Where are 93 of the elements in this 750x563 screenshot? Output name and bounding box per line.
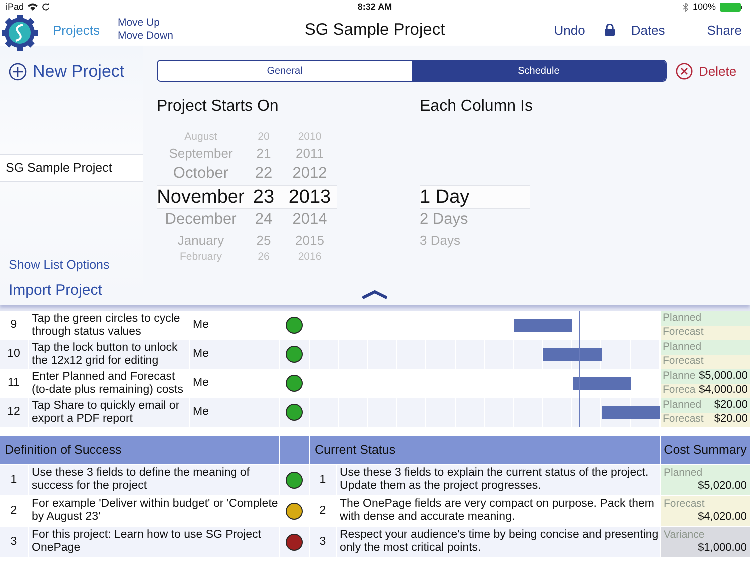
day-option[interactable]: 21: [245, 144, 283, 163]
month-option[interactable]: January: [157, 231, 245, 250]
year-option[interactable]: 2014: [283, 209, 337, 231]
year-option[interactable]: 2011: [283, 144, 337, 163]
status-dot[interactable]: [286, 404, 303, 421]
status-dot[interactable]: [286, 472, 303, 488]
section-heading: Each Column Is: [420, 97, 533, 117]
cost-label: Planned: [663, 312, 702, 325]
day-option[interactable]: 24: [245, 209, 283, 231]
dates-button[interactable]: Dates: [631, 22, 666, 38]
column-length-option[interactable]: 2 Days: [420, 209, 530, 231]
task-cell: Tap Share to quickly email or export a PDF report: [29, 398, 189, 427]
cost-label: Planned: [664, 467, 704, 480]
undo-button[interactable]: Undo: [554, 22, 586, 38]
status-dot[interactable]: [286, 534, 303, 550]
status-cell: Respect your audience's time by being concise and presenting only the most critical points.: [337, 527, 660, 557]
row-number: 10: [0, 340, 28, 369]
status-dot[interactable]: [286, 317, 303, 334]
success-cell: Use these 3 fields to define the meaning of success for the project: [29, 465, 279, 495]
column-length-option[interactable]: 3 Days: [420, 231, 530, 250]
move-up-button[interactable]: Move Up: [118, 17, 160, 30]
projects-button[interactable]: Projects: [53, 22, 100, 38]
new-project-button[interactable]: New Project: [9, 61, 143, 83]
cost-label: Planned: [663, 398, 702, 412]
column-header: Current Status: [310, 436, 660, 464]
cost-value: $4,000.00: [699, 384, 748, 398]
section-heading: Project Starts On: [157, 97, 280, 117]
close-icon: [676, 62, 693, 80]
cost-value: $5,000.00: [699, 370, 748, 383]
cost-value: $5,020.00: [697, 480, 747, 493]
year-option[interactable]: 2015: [283, 231, 337, 250]
status-cell: Use these 3 fields to explain the current status of the project. Update them as the project progresses.: [337, 465, 660, 495]
owner-cell: Me: [190, 398, 279, 427]
row-number: 3: [310, 527, 336, 557]
row-number: 1: [0, 465, 28, 495]
year-option[interactable]: 2010: [283, 130, 337, 144]
year-option[interactable]: 2012: [283, 163, 337, 185]
year-option[interactable]: 2013: [283, 185, 337, 209]
cost-label: Forecast: [663, 355, 704, 368]
column-header: [280, 436, 309, 464]
day-option[interactable]: 20: [245, 130, 283, 144]
wifi-icon: [28, 3, 38, 11]
month-option[interactable]: October: [157, 163, 245, 185]
device-name: iPad: [6, 2, 24, 12]
bluetooth-icon: [682, 2, 689, 12]
lock-icon[interactable]: [605, 24, 616, 36]
delete-button[interactable]: Delete: [676, 62, 737, 80]
cost-value: $1,000.00: [697, 542, 747, 555]
month-option[interactable]: November: [157, 185, 245, 209]
battery-percentage: 100%: [692, 2, 716, 12]
clock: 8:32 AM: [358, 2, 392, 12]
row-number: 1: [310, 465, 336, 495]
import-project-button[interactable]: Import Project: [0, 282, 143, 299]
day-option[interactable]: 22: [245, 163, 283, 185]
cost-label: Planne: [663, 370, 696, 383]
day-option[interactable]: 23: [245, 185, 283, 209]
status-dot[interactable]: [286, 375, 303, 392]
cost-label: Forecast: [663, 413, 704, 426]
window-title: SG Sample Project: [304, 20, 446, 40]
collapse-chevron-icon[interactable]: [362, 290, 388, 299]
task-cell: Tap the lock button to unlock the 12x12 grid for editing: [29, 340, 189, 369]
owner-cell: Me: [190, 340, 279, 369]
status-dot[interactable]: [286, 502, 303, 520]
row-number: 12: [0, 398, 28, 427]
status-dot[interactable]: [286, 346, 303, 363]
column-header: Cost Summary: [661, 436, 750, 464]
cost-value: $20.00: [714, 413, 748, 426]
show-list-options-link[interactable]: Show List Options: [0, 258, 143, 272]
year-option[interactable]: 2016: [283, 250, 337, 264]
month-option[interactable]: February: [157, 250, 245, 264]
month-option[interactable]: August: [157, 130, 245, 144]
project-list-item[interactable]: SG Sample Project: [0, 154, 143, 182]
share-button[interactable]: Share: [707, 22, 742, 38]
cost-label: Forecast: [664, 498, 706, 511]
cost-label: Variance: [664, 529, 706, 542]
cost-label: Planned: [663, 340, 702, 354]
cost-value: $20.00: [714, 398, 748, 412]
add-icon: [9, 63, 27, 81]
battery-icon: [720, 2, 744, 12]
day-option[interactable]: 25: [245, 231, 283, 250]
month-option[interactable]: December: [157, 209, 245, 231]
cost-label: Forecast: [663, 326, 704, 340]
row-number: 3: [0, 527, 28, 557]
column-header: Definition of Success: [0, 436, 279, 464]
success-cell: For this project: Learn how to use SG Project OnePage: [29, 527, 279, 557]
cost-label: Foreca: [663, 384, 696, 398]
column-length-option[interactable]: 1 Day: [420, 185, 530, 209]
move-down-button[interactable]: Move Down: [118, 30, 174, 43]
day-option[interactable]: 26: [245, 250, 283, 264]
cost-value: $4,020.00: [697, 511, 747, 524]
month-option[interactable]: September: [157, 144, 245, 163]
tab[interactable]: Schedule: [412, 61, 666, 81]
sync-icon: [42, 3, 50, 11]
